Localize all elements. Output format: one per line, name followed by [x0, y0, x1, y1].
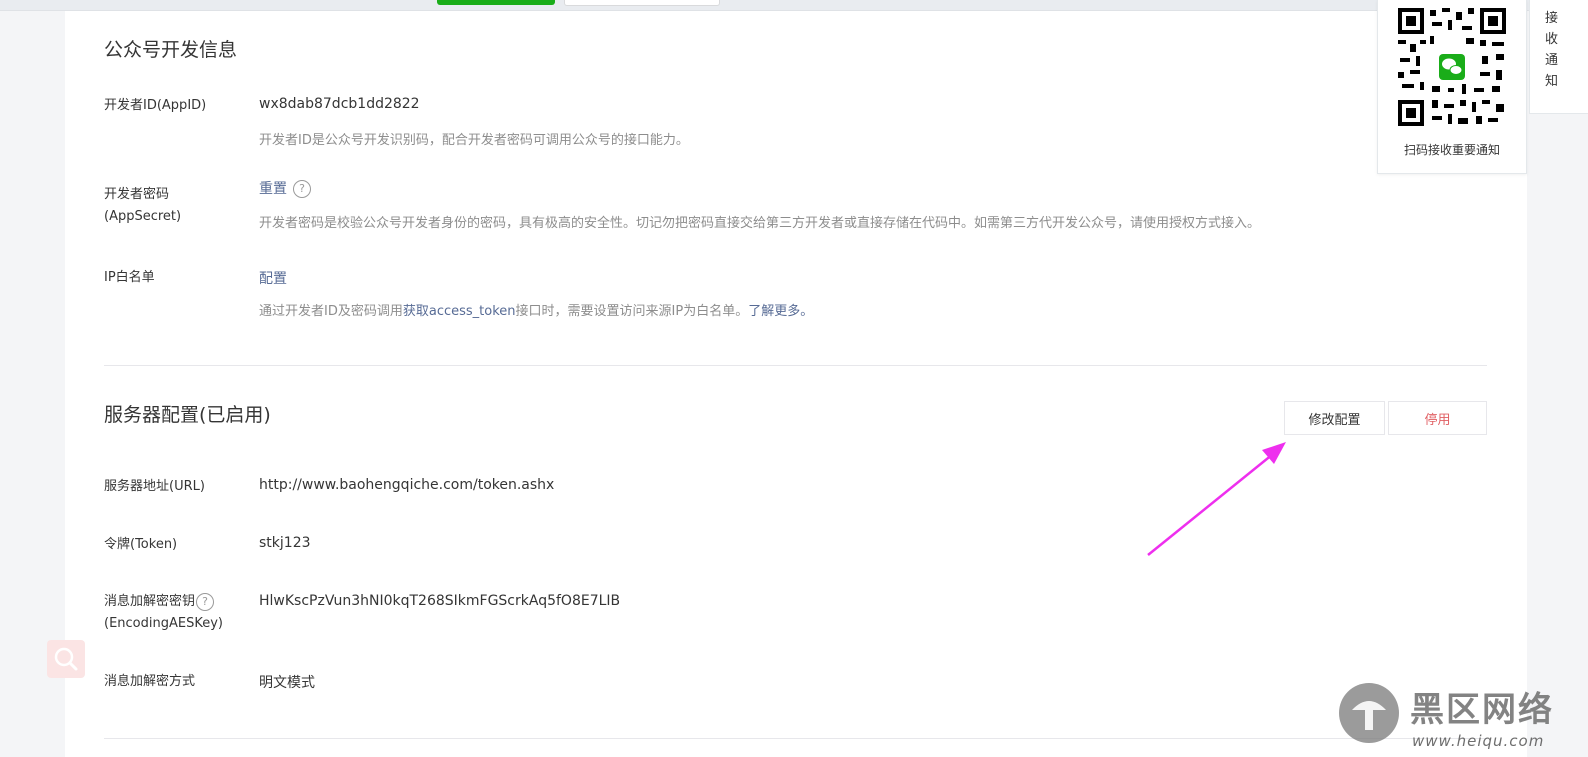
appid-description: 开发者ID是公众号开发识别码，配合开发者密码可调用公众号的接口能力。	[259, 133, 689, 148]
aeskey-label-line1: 消息加解密密钥?	[104, 591, 223, 613]
server-url-value: http://www.baohengqiche.com/token.ashx	[259, 477, 555, 493]
encrypt-mode-label: 消息加解密方式	[104, 674, 196, 689]
receive-notice-tab-label: 接收通知	[1545, 11, 1559, 89]
reset-secret-link[interactable]: 重置	[259, 181, 287, 197]
ip-desc-prefix: 通过开发者ID及密码调用	[259, 304, 403, 319]
ip-desc-middle: 接口时，需要设置访问来源IP为白名单。	[515, 304, 749, 319]
appsecret-label: 开发者密码 (AppSecret)	[104, 184, 181, 228]
section-divider	[104, 365, 1487, 366]
dev-info-title: 公众号开发信息	[104, 39, 238, 61]
aeskey-label-line2: (EncodingAESKey)	[104, 616, 223, 631]
qr-notify-panel: 扫码接收重要通知	[1377, 0, 1527, 174]
watermark-logo-icon	[1339, 683, 1399, 743]
top-secondary-button[interactable]	[564, 0, 720, 6]
aeskey-label: 消息加解密密钥? (EncodingAESKey)	[104, 591, 223, 635]
ip-whitelist-actions: 配置	[259, 268, 287, 288]
appsecret-label-line1: 开发者密码	[104, 187, 170, 202]
aeskey-value: HlwKscPzVun3hNI0kqT268SIkmFGScrkAq5fO8E7…	[259, 593, 621, 609]
access-token-link[interactable]: 获取access_token	[403, 304, 516, 319]
watermark-brand: 黑区网络	[1410, 690, 1554, 730]
watermark: 黑区网络 www.heiqu.com	[1336, 680, 1588, 757]
help-icon[interactable]: ?	[196, 592, 215, 611]
appsecret-actions: 重置?	[259, 178, 311, 198]
appsecret-label-line2: (AppSecret)	[104, 209, 182, 224]
watermark-url: www.heiqu.com	[1412, 732, 1545, 750]
encrypt-mode-value: 明文模式	[259, 675, 315, 691]
floating-search-button[interactable]	[47, 640, 85, 678]
aeskey-label-text: 消息加解密密钥	[104, 594, 196, 609]
server-url-label: 服务器地址(URL)	[104, 479, 205, 494]
configure-ip-link[interactable]: 配置	[259, 271, 287, 287]
appsecret-description: 开发者密码是校验公众号开发者身份的密码，具有极高的安全性。切记勿把密码直接交给第…	[259, 216, 1261, 231]
learn-more-link[interactable]: 了解更多。	[748, 304, 813, 319]
annotation-arrow-icon	[1147, 442, 1286, 556]
search-icon	[54, 647, 78, 671]
section-divider-bottom	[104, 738, 1487, 739]
token-value: stkj123	[259, 535, 311, 551]
qr-code-icon	[1396, 6, 1508, 128]
top-primary-button[interactable]	[437, 0, 555, 5]
settings-card	[65, 11, 1527, 757]
help-icon[interactable]: ?	[293, 180, 311, 198]
ip-whitelist-description: 通过开发者ID及密码调用获取access_token接口时，需要设置访问来源IP…	[259, 300, 813, 319]
disable-button[interactable]: 停用	[1388, 401, 1487, 435]
appid-label: 开发者ID(AppID)	[104, 98, 207, 113]
receive-notice-tab[interactable]: 接收通知	[1529, 0, 1588, 114]
ip-whitelist-label: IP白名单	[104, 270, 155, 285]
appid-value: wx8dab87dcb1dd2822	[259, 96, 420, 112]
server-config-title: 服务器配置(已启用)	[104, 404, 271, 426]
token-label: 令牌(Token)	[104, 537, 178, 552]
top-bar	[0, 0, 1588, 11]
qr-caption: 扫码接收重要通知	[1403, 143, 1500, 157]
